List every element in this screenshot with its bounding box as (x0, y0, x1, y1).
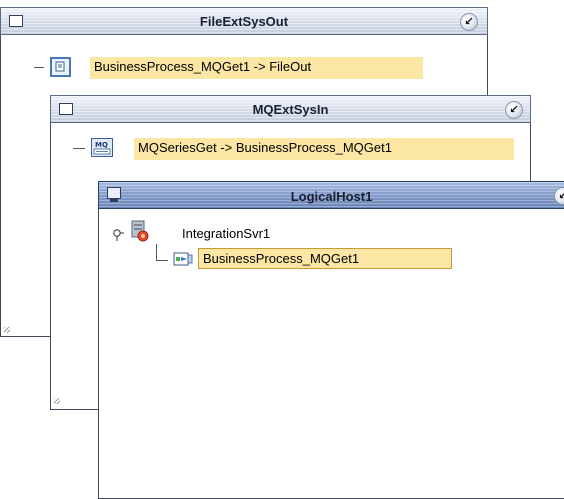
tree-expand-handle-icon[interactable] (112, 226, 124, 241)
tree-item-businessprocess-mqget1[interactable]: BusinessProcess_MQGet1 (198, 248, 452, 269)
tree-connector (156, 244, 157, 260)
minimize-button[interactable]: ↙ (505, 101, 523, 119)
mq-series-icon: MQ (91, 138, 113, 157)
business-process-icon (172, 249, 194, 269)
window-title: MQExtSysIn (252, 102, 329, 117)
window-frame (98, 181, 564, 499)
window-titlebar[interactable]: LogicalHost1 ↙ (98, 181, 564, 209)
tree-connector (73, 148, 85, 149)
window-logicalhost1: LogicalHost1 ↙ IntegrationSvr1 BusinessP… (98, 181, 564, 499)
document-icon (50, 57, 71, 77)
tree-connector (156, 260, 168, 261)
resize-grip[interactable] (54, 398, 60, 404)
window-title: LogicalHost1 (290, 189, 373, 204)
resize-grip[interactable] (4, 327, 10, 333)
window-titlebar[interactable]: FileExtSysOut ↙ (0, 7, 488, 35)
tree-item-integrationsvr1[interactable]: IntegrationSvr1 (182, 226, 270, 241)
minimize-button[interactable]: ↙ (460, 13, 478, 31)
window-titlebar[interactable]: MQExtSysIn ↙ (50, 95, 531, 123)
list-item-businessprocess-fileout[interactable]: BusinessProcess_MQGet1 -> FileOut (90, 57, 423, 79)
integration-server-icon (128, 219, 150, 243)
tree-connector (34, 67, 44, 68)
svg-text:MQ: MQ (95, 141, 108, 149)
window-title: FileExtSysOut (199, 14, 289, 29)
list-item-mqseriesget[interactable]: MQSeriesGet -> BusinessProcess_MQGet1 (134, 138, 514, 160)
